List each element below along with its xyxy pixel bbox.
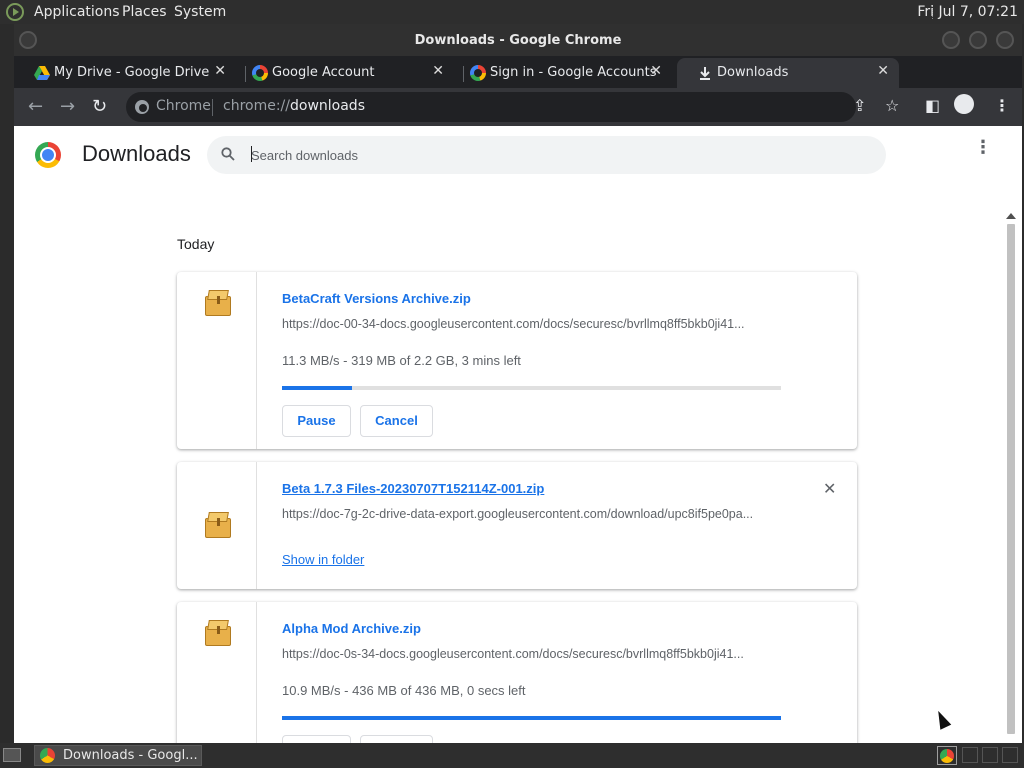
address-divider <box>212 99 213 116</box>
close-tab-icon[interactable]: ✕ <box>432 63 444 79</box>
clock[interactable]: Fri Jul 7, 07:21 <box>917 4 1018 20</box>
taskbar-window-button[interactable]: Downloads - Googl... <box>34 745 202 766</box>
download-icon <box>700 67 710 80</box>
pause-button[interactable]: Pause <box>282 405 351 437</box>
tab-sign-in[interactable]: Sign in - Google Accounts ✕ <box>450 58 672 88</box>
cancel-button[interactable]: Cancel <box>360 405 433 437</box>
file-url[interactable]: https://doc-0s-34-docs.googleusercontent… <box>282 647 782 661</box>
progress-fill <box>282 716 781 720</box>
remove-from-list-icon[interactable]: ✕ <box>823 479 836 499</box>
close-tab-icon[interactable]: ✕ <box>877 63 889 79</box>
archive-file-icon <box>205 620 231 646</box>
browser-toolbar: ← → ↻ Chrome chrome://downloads ⇪ ☆ ◧ ⋮ <box>14 88 1022 126</box>
bookmark-star-icon[interactable]: ☆ <box>885 96 899 115</box>
desktop-top-panel: Applications Places System Fri Jul 7, 07… <box>0 0 1024 24</box>
minimize-button[interactable] <box>942 31 960 49</box>
tab-google-account[interactable]: Google Account ✕ <box>232 58 454 88</box>
file-name-link[interactable]: Beta 1.7.3 Files-20230707T152114Z-001.zi… <box>282 481 544 496</box>
page-title: Downloads <box>82 141 191 166</box>
workspace-3[interactable] <box>1002 747 1018 763</box>
scroll-up-arrow-icon[interactable] <box>1006 213 1016 219</box>
tab-label: Google Account <box>272 65 375 80</box>
downloads-header: Downloads ⋮ <box>14 126 1022 186</box>
search-icon <box>221 147 235 161</box>
google-drive-icon <box>34 66 50 80</box>
desktop-taskbar: Downloads - Googl... <box>0 743 1024 768</box>
window-title: Downloads - Google Chrome <box>414 33 622 48</box>
workspace-1[interactable] <box>962 747 978 763</box>
profile-avatar-icon[interactable] <box>954 94 974 114</box>
mint-menu-icon[interactable] <box>6 3 24 21</box>
chrome-icon <box>40 748 55 763</box>
tab-label: My Drive - Google Drive <box>54 65 210 80</box>
date-heading: Today <box>177 236 215 252</box>
side-panel-icon[interactable]: ◧ <box>925 96 940 115</box>
maximize-button[interactable] <box>969 31 987 49</box>
download-item: BetaCraft Versions Archive.zip https://d… <box>177 272 857 449</box>
applications-menu[interactable]: Applications <box>34 4 120 20</box>
scrollbar-thumb[interactable] <box>1007 224 1015 734</box>
system-menu[interactable]: System <box>174 4 226 20</box>
share-icon[interactable]: ⇪ <box>853 96 866 115</box>
file-name-link[interactable]: Alpha Mod Archive.zip <box>282 621 421 636</box>
file-name-link[interactable]: BetaCraft Versions Archive.zip <box>282 291 471 306</box>
google-icon <box>470 65 486 81</box>
file-url[interactable]: https://doc-7g-2c-drive-data-export.goog… <box>282 507 782 521</box>
file-icon-column <box>177 462 257 589</box>
workspace-2[interactable] <box>982 747 998 763</box>
download-progress-bar <box>282 386 781 390</box>
window-titlebar[interactable]: Downloads - Google Chrome <box>14 24 1022 56</box>
text-caret <box>251 146 252 162</box>
url-scheme: chrome:// <box>223 98 290 114</box>
archive-file-icon <box>205 512 231 538</box>
close-tab-icon[interactable]: ✕ <box>650 63 662 79</box>
google-icon <box>252 65 268 81</box>
search-input[interactable] <box>251 145 851 165</box>
download-item: Beta 1.7.3 Files-20230707T152114Z-001.zi… <box>177 462 857 589</box>
download-status: 11.3 MB/s - 319 MB of 2.2 GB, 3 mins lef… <box>282 353 521 368</box>
tab-my-drive[interactable]: My Drive - Google Drive ✕ <box>14 58 236 88</box>
tab-label: Downloads <box>717 65 789 80</box>
close-window-button[interactable] <box>996 31 1014 49</box>
more-actions-icon[interactable]: ⋮ <box>974 139 992 157</box>
chrome-logo-icon <box>35 142 61 168</box>
chrome-menu-icon[interactable]: ⋮ <box>994 96 1010 115</box>
address-bar[interactable]: Chrome chrome://downloads <box>126 92 856 122</box>
back-arrow-icon[interactable]: ← <box>28 96 43 117</box>
download-status: 10.9 MB/s - 436 MB of 436 MB, 0 secs lef… <box>282 683 526 698</box>
downloads-page: Downloads ⋮ Today BetaCraft Versions Arc <box>14 126 1022 768</box>
search-downloads-box[interactable] <box>207 136 886 174</box>
chrome-icon <box>940 749 954 763</box>
chrome-window: Downloads - Google Chrome My Drive - Goo… <box>14 24 1022 768</box>
forward-arrow-icon[interactable]: → <box>60 96 75 117</box>
tab-label: Sign in - Google Accounts <box>490 65 657 80</box>
download-progress-bar <box>282 716 781 720</box>
page-scrollbar[interactable] <box>1004 210 1018 765</box>
tab-strip: My Drive - Google Drive ✕ Google Account… <box>14 56 1022 117</box>
taskbar-window-label: Downloads - Googl... <box>63 748 198 763</box>
places-menu[interactable]: Places <box>122 4 167 20</box>
url-text[interactable]: chrome://downloads <box>223 98 365 114</box>
show-desktop-icon[interactable] <box>3 748 21 762</box>
chrome-page-icon <box>135 100 149 114</box>
url-path: downloads <box>290 98 365 114</box>
tray-chrome-button[interactable] <box>937 746 957 765</box>
file-icon-column <box>177 272 257 449</box>
archive-file-icon <box>205 290 231 316</box>
reload-icon[interactable]: ↻ <box>92 96 107 117</box>
file-url[interactable]: https://doc-00-34-docs.googleusercontent… <box>282 317 782 331</box>
tab-downloads[interactable]: Downloads ✕ <box>677 58 899 88</box>
progress-fill <box>282 386 352 390</box>
close-tab-icon[interactable]: ✕ <box>214 63 226 79</box>
show-in-folder-link[interactable]: Show in folder <box>282 552 364 567</box>
site-chip: Chrome <box>156 98 211 114</box>
